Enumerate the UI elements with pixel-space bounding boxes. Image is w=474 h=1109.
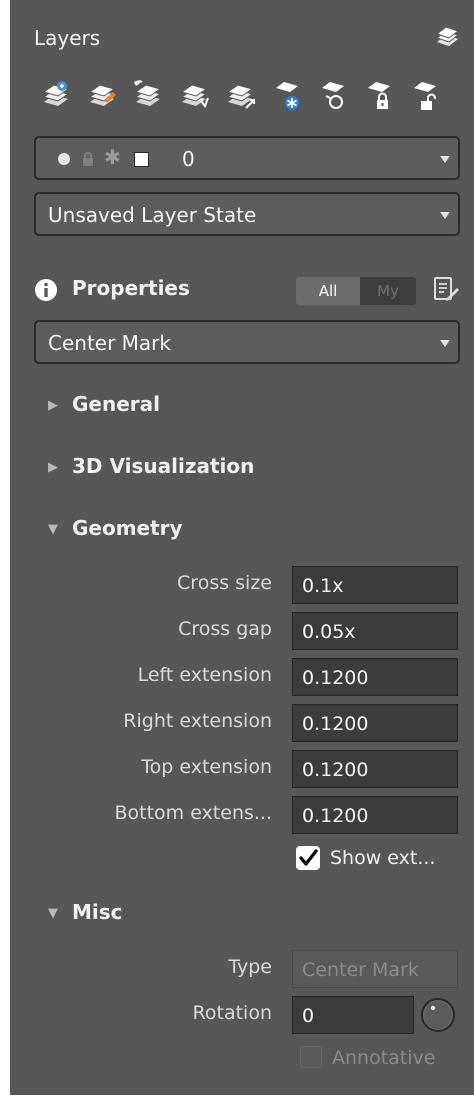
layer-state-value: Unsaved Layer State <box>48 203 257 227</box>
right-extension-value: 0.1200 <box>302 713 369 735</box>
bottom-extension-label: Bottom extens... <box>114 802 272 824</box>
layer-walk-icon[interactable] <box>178 78 212 114</box>
layer-on-icon <box>58 153 70 165</box>
layer-off-icon[interactable] <box>316 78 350 114</box>
annotative-checkbox <box>300 1046 322 1068</box>
layer-stack-icon[interactable] <box>434 26 460 48</box>
cross-size-input[interactable]: 0.1x <box>292 566 458 604</box>
annotative-label: Annotative <box>332 1047 436 1069</box>
section-geometry[interactable]: ▼ Geometry <box>48 516 183 540</box>
left-extension-value: 0.1200 <box>302 667 369 689</box>
rotation-value: 0 <box>302 1005 315 1027</box>
show-ext-checkbox[interactable] <box>296 846 320 870</box>
top-extension-value: 0.1200 <box>302 759 369 781</box>
object-type-dropdown[interactable]: Center Mark <box>34 320 460 364</box>
right-extension-label: Right extension <box>123 710 272 732</box>
chevron-down-icon <box>440 212 450 219</box>
triangle-down-icon: ▼ <box>48 522 58 537</box>
triangle-right-icon: ▶ <box>48 460 58 475</box>
layers-title: Layers <box>34 26 101 50</box>
cross-gap-value: 0.05x <box>302 621 356 643</box>
cross-size-value: 0.1x <box>302 575 344 597</box>
section-geometry-label: Geometry <box>72 516 183 540</box>
properties-title: Properties <box>72 276 190 300</box>
rotation-label: Rotation <box>192 1002 272 1024</box>
layer-freeze-icon[interactable] <box>270 78 304 114</box>
layer-color-icon[interactable] <box>86 78 120 114</box>
info-icon <box>34 278 58 302</box>
layer-name: 0 <box>182 147 195 171</box>
section-general-label: General <box>72 392 160 416</box>
section-3d-visualization-label: 3D Visualization <box>72 454 255 478</box>
type-value: Center Mark <box>302 959 419 981</box>
rotation-input[interactable]: 0 <box>292 996 414 1034</box>
chevron-down-icon <box>440 340 450 347</box>
lock-icon <box>82 151 94 171</box>
section-3d-visualization[interactable]: ▶ 3D Visualization <box>48 454 254 478</box>
triangle-down-icon: ▼ <box>48 906 58 921</box>
bottom-extension-value: 0.1200 <box>302 805 369 827</box>
object-type-value: Center Mark <box>48 331 171 355</box>
show-ext-label: Show ext... <box>330 847 436 869</box>
right-extension-input[interactable]: 0.1200 <box>292 704 458 742</box>
section-misc-label: Misc <box>72 900 123 924</box>
cross-size-label: Cross size <box>177 572 272 594</box>
left-extension-label: Left extension <box>137 664 272 686</box>
left-extension-input[interactable]: 0.1200 <box>292 658 458 696</box>
triangle-right-icon: ▶ <box>48 398 58 413</box>
layer-lock-icon[interactable] <box>362 78 396 114</box>
layer-previous-icon[interactable] <box>132 78 166 114</box>
type-label: Type <box>228 956 272 978</box>
section-misc[interactable]: ▼ Misc <box>48 900 123 924</box>
top-extension-label: Top extension <box>141 756 272 778</box>
type-field: Center Mark <box>292 950 458 988</box>
layer-state-dropdown[interactable]: Unsaved Layer State <box>34 192 460 236</box>
freeze-icon: ✱ <box>104 145 121 169</box>
cross-gap-label: Cross gap <box>178 618 272 640</box>
toggle-my[interactable]: My <box>360 277 416 305</box>
checkmark-icon <box>299 849 318 866</box>
rotation-dial-icon[interactable] <box>420 997 456 1033</box>
bottom-extension-input[interactable]: 0.1200 <box>292 796 458 834</box>
section-general[interactable]: ▶ General <box>48 392 160 416</box>
properties-palette: Layers ✱ 0 Unsaved Layer State Propertie… <box>10 0 474 1095</box>
layer-dropdown[interactable]: ✱ 0 <box>34 136 460 180</box>
chevron-down-icon <box>440 156 450 163</box>
layer-color-swatch <box>134 152 149 167</box>
layer-match-icon[interactable] <box>224 78 258 114</box>
layer-unlock-icon[interactable] <box>408 78 442 114</box>
edit-properties-icon[interactable] <box>432 276 460 304</box>
cross-gap-input[interactable]: 0.05x <box>292 612 458 650</box>
new-layer-icon[interactable] <box>40 78 74 114</box>
all-my-toggle: All My <box>296 277 416 305</box>
top-extension-input[interactable]: 0.1200 <box>292 750 458 788</box>
toggle-all[interactable]: All <box>296 277 360 305</box>
